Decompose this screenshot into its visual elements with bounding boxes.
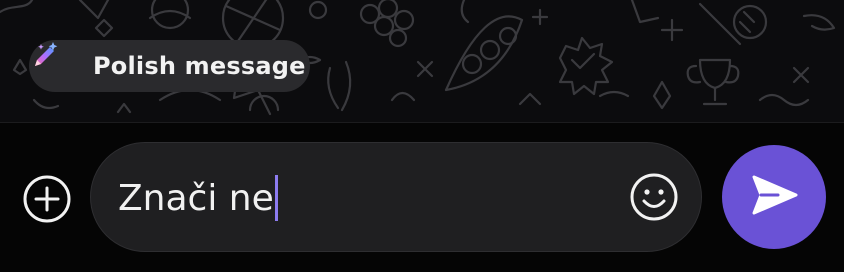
- message-input-text[interactable]: Znači ne: [118, 173, 278, 223]
- emoji-button[interactable]: [628, 173, 680, 225]
- attach-button[interactable]: [22, 174, 72, 228]
- polish-message-button[interactable]: Polish message: [29, 40, 310, 92]
- send-arrow-icon: [746, 167, 802, 227]
- send-button[interactable]: [722, 145, 826, 249]
- plus-circle-icon: [22, 174, 72, 228]
- smiley-icon: [629, 172, 679, 226]
- text-cursor: [274, 175, 278, 221]
- magic-pen-icon: [35, 42, 81, 82]
- polish-message-label: Polish message: [93, 52, 306, 80]
- message-input-value: Znači ne: [118, 177, 274, 219]
- chat-wallpaper: Polish message: [0, 0, 844, 122]
- message-input[interactable]: Znači ne: [90, 142, 702, 252]
